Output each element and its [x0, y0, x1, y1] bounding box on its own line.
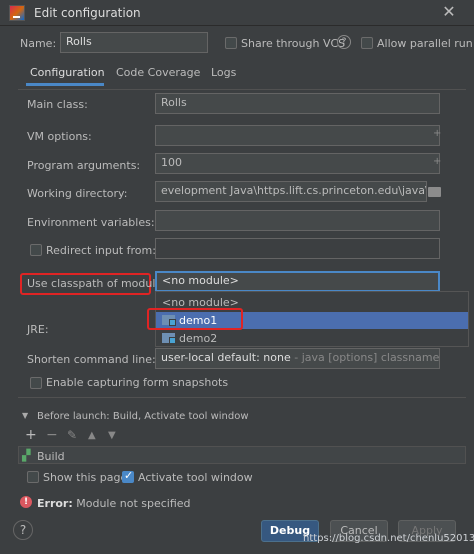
- shorten-select[interactable]: user-local default: none - java [options…: [155, 348, 440, 369]
- share-vcs-label: Share through VCS: [241, 37, 346, 50]
- before-launch-header[interactable]: Before launch: Build, Activate tool wind…: [37, 411, 249, 422]
- app-logo-icon: [9, 5, 25, 21]
- share-vcs-checkbox[interactable]: [225, 37, 237, 49]
- window-title: Edit configuration: [34, 6, 141, 20]
- error-icon: !: [20, 496, 32, 508]
- add-icon[interactable]: +: [25, 427, 37, 443]
- watermark: https://blog.csdn.net/chenlu5201314: [303, 533, 474, 544]
- shorten-value: user-local default: none: [161, 351, 291, 364]
- snapshots-checkbox[interactable]: [30, 377, 42, 389]
- demo1-highlight: [147, 308, 243, 330]
- working-dir-input[interactable]: evelopment Java\https.lift.cs.princeton.…: [155, 181, 427, 202]
- working-dir-label: Working directory:: [27, 187, 128, 200]
- before-launch-list: [18, 446, 466, 464]
- shorten-hint: - java [options] classname [args]: [294, 351, 440, 364]
- allow-parallel-checkbox[interactable]: [361, 37, 373, 49]
- main-class-label: Main class:: [27, 98, 88, 111]
- separator: [18, 397, 466, 398]
- vm-options-input[interactable]: [155, 125, 440, 146]
- collapse-icon[interactable]: ▼: [22, 411, 28, 420]
- main-class-input[interactable]: Rolls: [155, 93, 440, 114]
- vm-options-label: VM options:: [27, 130, 92, 143]
- redirect-input-label: Redirect input from:: [46, 244, 156, 257]
- error-text: Error: Module not specified: [37, 497, 191, 510]
- program-args-label: Program arguments:: [27, 159, 141, 172]
- build-item[interactable]: Build: [37, 450, 65, 463]
- program-args-input[interactable]: 100: [155, 153, 440, 174]
- move-up-icon[interactable]: ▲: [88, 430, 96, 441]
- env-vars-label: Environment variables:: [27, 216, 155, 229]
- dropdown-item-label: demo2: [179, 332, 218, 345]
- build-icon: ▞: [22, 449, 31, 462]
- show-page-checkbox[interactable]: [27, 471, 39, 483]
- show-page-label: Show this page: [43, 471, 128, 484]
- expand-icon[interactable]: +: [433, 156, 441, 167]
- classpath-label: Use classpath of module:: [27, 277, 166, 290]
- error-message: Module not specified: [72, 497, 191, 510]
- expand-icon[interactable]: +: [433, 128, 441, 139]
- remove-icon[interactable]: −: [46, 427, 58, 443]
- error-prefix: Error:: [37, 497, 73, 510]
- name-input[interactable]: Rolls: [60, 32, 208, 53]
- activate-window-label: Activate tool window: [138, 471, 253, 484]
- tab-logs[interactable]: Logs: [211, 66, 236, 86]
- redirect-input-field[interactable]: [155, 238, 440, 259]
- move-down-icon[interactable]: ▼: [108, 430, 116, 441]
- name-label: Name:: [20, 37, 57, 50]
- snapshots-label: Enable capturing form snapshots: [46, 376, 229, 389]
- help-icon[interactable]: ?: [337, 35, 351, 49]
- edit-icon[interactable]: ✎: [67, 428, 77, 442]
- folder-icon[interactable]: [428, 187, 441, 197]
- close-icon[interactable]: ✕: [440, 3, 458, 21]
- help-button[interactable]: ?: [13, 520, 33, 540]
- tab-configuration[interactable]: Configuration: [26, 66, 105, 86]
- shorten-label: Shorten command line:: [27, 353, 156, 366]
- activate-window-checkbox[interactable]: [122, 469, 134, 483]
- allow-parallel-label: Allow parallel run: [377, 37, 473, 50]
- classpath-select[interactable]: <no module>: [155, 271, 440, 292]
- env-vars-input[interactable]: [155, 210, 440, 231]
- redirect-input-checkbox[interactable]: [30, 244, 42, 256]
- dropdown-item-demo2[interactable]: demo2: [156, 330, 468, 347]
- module-icon: [162, 333, 176, 344]
- jre-label: JRE:: [27, 323, 49, 336]
- tab-code-coverage[interactable]: Code Coverage: [116, 66, 200, 86]
- tabs-divider: [18, 89, 466, 90]
